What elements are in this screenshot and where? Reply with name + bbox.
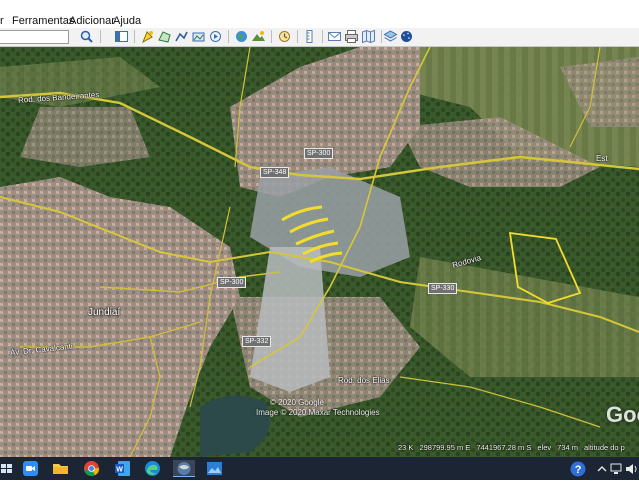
path-icon[interactable] — [174, 29, 189, 44]
toolbar-separator — [381, 30, 382, 43]
sun-icon[interactable] — [251, 29, 266, 44]
tour-icon[interactable] — [208, 29, 223, 44]
map-copyright-imagery: Image © 2020 Maxar Technologies — [256, 408, 380, 417]
ruler-icon[interactable] — [302, 29, 317, 44]
toolbar-separator — [297, 30, 298, 43]
placemark-icon[interactable] — [140, 29, 155, 44]
zoom-icon[interactable] — [22, 460, 39, 477]
menu-bar: r Ferramentas Adicionar Ajuda — [0, 0, 639, 28]
file-explorer-icon[interactable] — [52, 460, 69, 477]
toolbar-separator — [100, 30, 101, 43]
road-label-est: Est — [596, 154, 608, 163]
status-altitude-label: altitude do p — [583, 443, 625, 452]
svg-text:?: ? — [575, 464, 582, 476]
road-shield-sp300-left: SP-300 — [217, 277, 247, 288]
toolbar-separator — [322, 30, 323, 43]
svg-text:W: W — [116, 467, 123, 474]
windows-taskbar: W ? — [0, 457, 639, 480]
chevron-up-icon[interactable] — [597, 461, 607, 482]
satellite-map-view[interactable]: Rod. dos Bandeirantes SP-300 SP-348 SP-3… — [0, 47, 639, 457]
road-shield-sp348: SP-348 — [260, 167, 290, 178]
google-earth-watermark: Goo — [606, 402, 639, 427]
menu-item-ajuda[interactable]: Ajuda — [113, 15, 141, 27]
road-shield-sp300-top: SP-300 — [304, 148, 334, 159]
network-icon[interactable] — [610, 461, 622, 482]
menu-item-adicionar[interactable]: Adicionar — [69, 15, 115, 27]
earth-icon[interactable] — [234, 29, 249, 44]
photos-icon[interactable] — [206, 460, 223, 477]
status-northing: 7441967.28 m S — [476, 443, 532, 452]
polygon-icon[interactable] — [157, 29, 172, 44]
maps-icon[interactable] — [361, 29, 376, 44]
status-zone: 23 K — [398, 443, 414, 452]
road-label-elias: Rod. dos Elias — [338, 376, 390, 385]
word-icon[interactable]: W — [114, 460, 131, 477]
road-shield-sp330: SP-330 — [428, 283, 458, 294]
toolbar-separator — [271, 30, 272, 43]
edge-icon[interactable] — [144, 460, 161, 477]
toolbar — [0, 28, 639, 47]
status-easting: 298799.95 m E — [419, 443, 471, 452]
search-icon[interactable] — [79, 29, 94, 44]
toolbar-separator — [228, 30, 229, 43]
status-elev-label: elev — [537, 443, 552, 452]
google-earth-icon[interactable] — [173, 460, 195, 477]
help-icon[interactable]: ? — [569, 461, 587, 482]
status-elev-value: 734 m — [557, 443, 578, 452]
historical-icon[interactable] — [277, 29, 292, 44]
windows-icon[interactable] — [0, 460, 17, 477]
toolbar-separator — [134, 30, 135, 43]
volume-icon[interactable] — [625, 461, 639, 482]
status-bar: 23 K 298799.95 m E 7441967.28 m S elev 734 m… — [398, 443, 631, 452]
sidebar-icon[interactable] — [114, 29, 129, 44]
menu-item-partial[interactable]: r — [0, 15, 4, 27]
email-icon[interactable] — [327, 29, 342, 44]
sky-icon[interactable] — [399, 29, 414, 44]
chrome-icon[interactable] — [83, 460, 100, 477]
city-label-jundiai: Jundiaí — [88, 307, 121, 318]
layers-icon[interactable] — [383, 29, 398, 44]
overlay-icon[interactable] — [191, 29, 206, 44]
search-input[interactable] — [0, 30, 69, 44]
road-shield-sp332: SP-332 — [242, 336, 272, 347]
map-copyright-google: © 2020 Google — [270, 398, 324, 407]
menu-item-ferramentas[interactable]: Ferramentas — [12, 15, 74, 27]
satellite-imagery — [0, 47, 639, 457]
print-icon[interactable] — [344, 29, 359, 44]
